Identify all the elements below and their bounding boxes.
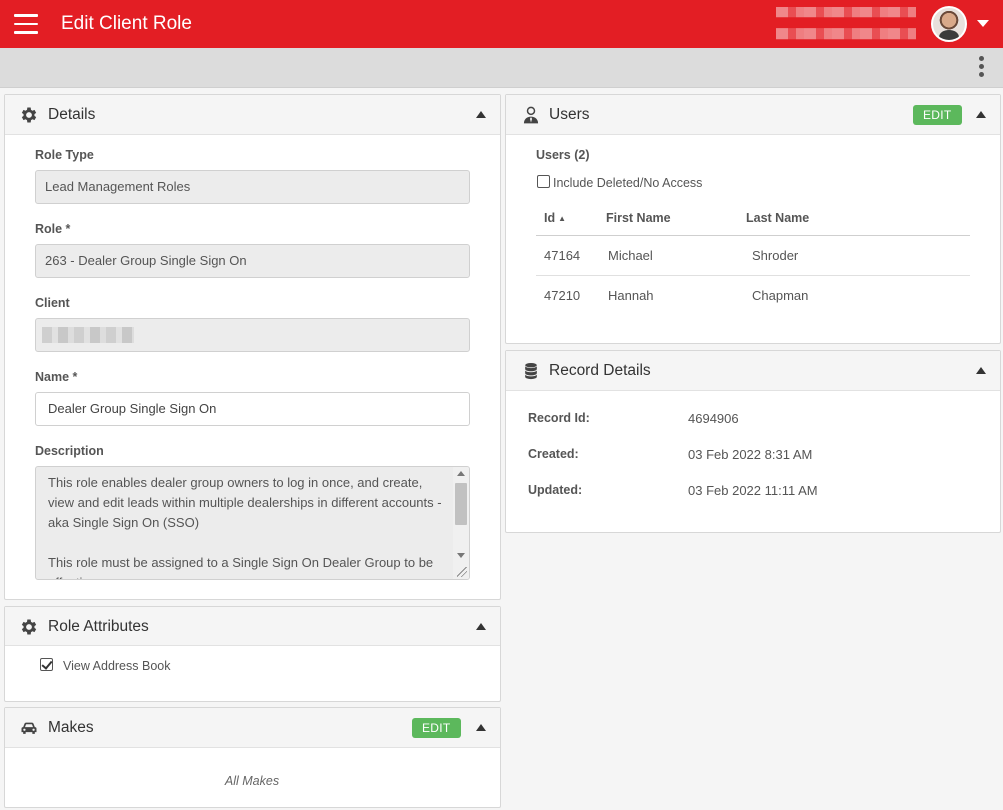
created-value: 03 Feb 2022 8:31 AM [688, 447, 813, 462]
sort-asc-icon: ▲ [558, 213, 567, 223]
column-header-id[interactable]: Id ▲ [536, 201, 606, 236]
scroll-thumb[interactable] [455, 483, 467, 525]
users-panel: Users EDIT Users (2) Include Deleted/No … [505, 94, 1001, 344]
scroll-down-icon[interactable] [457, 553, 465, 558]
users-table: Id ▲ First Name Last Name 47164 Michael S… [536, 201, 970, 315]
makes-edit-button[interactable]: EDIT [412, 718, 461, 738]
makes-title: Makes [48, 719, 94, 736]
include-deleted-checkbox[interactable] [537, 175, 550, 188]
record-id-value: 4694906 [688, 411, 739, 426]
car-icon [21, 722, 37, 734]
role-type-label: Role Type [35, 148, 94, 162]
makes-panel: Makes EDIT All Makes [4, 707, 501, 808]
table-row[interactable]: 47210 Hannah Chapman [536, 275, 970, 315]
details-panel: Details Role Type Lead Management Roles … [4, 94, 501, 600]
user-icon [523, 106, 539, 124]
chevron-down-icon[interactable] [977, 20, 989, 27]
include-deleted-label: Include Deleted/No Access [553, 176, 703, 190]
collapse-icon[interactable] [976, 367, 986, 374]
kebab-icon[interactable] [979, 56, 985, 80]
avatar[interactable] [931, 6, 967, 42]
user-name-redacted[interactable] [776, 7, 916, 40]
table-row[interactable]: 47164 Michael Shroder [536, 235, 970, 276]
gear-icon [21, 107, 37, 123]
user-id: 47210 [544, 287, 581, 303]
hamburger-icon[interactable] [14, 14, 38, 34]
column-header-last-name[interactable]: Last Name [746, 201, 970, 236]
details-panel-header[interactable]: Details [5, 95, 500, 135]
makes-header[interactable]: Makes EDIT [5, 708, 500, 748]
user-first-name: Hannah [608, 287, 654, 303]
description-label: Description [35, 444, 104, 458]
updated-label: Updated: [528, 483, 583, 497]
record-details-title: Record Details [549, 362, 651, 379]
users-count-label: Users (2) [536, 148, 590, 162]
record-details-header[interactable]: Record Details [506, 351, 1000, 391]
client-label: Client [35, 296, 70, 310]
role-field: 263 - Dealer Group Single Sign On [35, 244, 470, 278]
role-attributes-header[interactable]: Role Attributes [5, 607, 500, 646]
user-last-name: Shroder [746, 235, 970, 276]
collapse-icon[interactable] [476, 111, 486, 118]
column-header-first-name[interactable]: First Name [606, 201, 746, 236]
role-attributes-panel: Role Attributes View Address Book [4, 606, 501, 702]
users-edit-button[interactable]: EDIT [913, 105, 962, 125]
updated-value: 03 Feb 2022 11:11 AM [688, 483, 818, 498]
page-title: Edit Client Role [61, 13, 192, 34]
user-first-name: Michael [606, 235, 746, 276]
gear-icon [21, 619, 37, 635]
name-input[interactable]: Dealer Group Single Sign On [35, 392, 470, 426]
users-title: Users [549, 106, 590, 123]
users-header[interactable]: Users EDIT [506, 95, 1000, 135]
description-textarea[interactable]: This role enables dealer group owners to… [35, 466, 470, 580]
database-icon [525, 363, 537, 380]
client-value-redacted [42, 327, 134, 343]
action-toolbar [0, 48, 1003, 88]
top-app-bar: Edit Client Role [0, 0, 1003, 48]
view-address-book-checkbox[interactable] [40, 658, 53, 671]
description-text: This role enables dealer group owners to… [48, 475, 442, 579]
collapse-icon[interactable] [476, 623, 486, 630]
scroll-up-icon[interactable] [457, 471, 465, 476]
user-last-name: Chapman [752, 287, 809, 303]
created-label: Created: [528, 447, 579, 461]
description-scrollbar[interactable] [453, 467, 469, 579]
role-label: Role * [35, 222, 71, 236]
all-makes-text: All Makes [224, 774, 280, 788]
details-title: Details [48, 106, 96, 123]
record-details-panel: Record Details Record Id: 4694906 Create… [505, 350, 1001, 533]
collapse-icon[interactable] [976, 111, 986, 118]
view-address-book-label: View Address Book [63, 659, 171, 673]
role-type-field: Lead Management Roles [35, 170, 470, 204]
name-label: Name * [35, 370, 78, 384]
users-table-header: Id ▲ First Name Last Name [536, 201, 970, 236]
resize-handle-icon[interactable] [457, 567, 467, 577]
collapse-icon[interactable] [476, 724, 486, 731]
record-id-label: Record Id: [528, 411, 590, 425]
role-attributes-title: Role Attributes [48, 618, 149, 635]
user-id: 47164 [536, 235, 606, 276]
client-field [35, 318, 470, 352]
